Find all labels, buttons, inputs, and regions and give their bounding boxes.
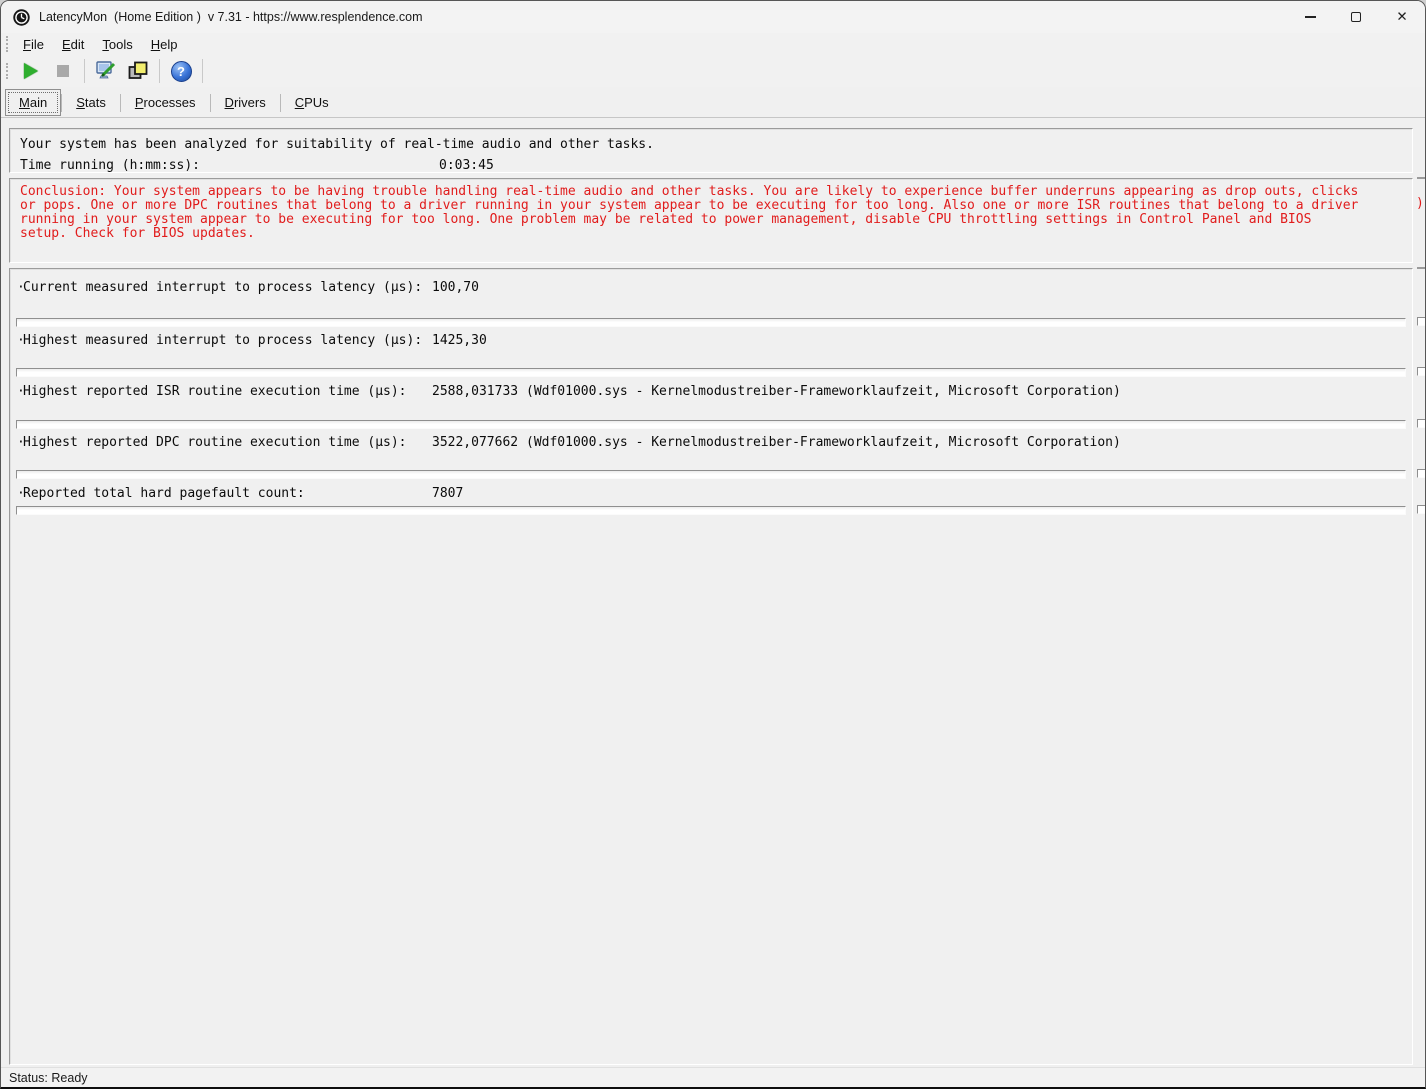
window-title: LatencyMon (Home Edition ) v 7.31 - http… <box>39 10 423 24</box>
time-running-label: Time running (h:mm:ss): <box>20 155 439 176</box>
summary-line: Your system has been analyzed for suitab… <box>20 134 1412 155</box>
clipped-edge-fragments: ) <box>1416 1 1425 1089</box>
tab-cpus[interactable]: CPUs <box>281 89 343 116</box>
metrics-panel: ·Current measured interrupt to process l… <box>9 268 1413 1065</box>
stop-icon <box>57 65 69 77</box>
toolbar-separator <box>84 59 85 83</box>
toolbar-gripper-icon <box>6 63 9 79</box>
title-bar: LatencyMon (Home Edition ) v 7.31 - http… <box>1 1 1425 33</box>
menubar-gripper-icon <box>6 36 9 52</box>
maximize-button[interactable] <box>1333 1 1379 33</box>
metric-value: 7807 <box>432 486 526 501</box>
help-icon: ? <box>171 61 192 82</box>
metric-label: Highest reported DPC routine execution t… <box>23 435 432 450</box>
options-button[interactable] <box>93 58 119 84</box>
metric-value: 1425,30 <box>432 333 526 348</box>
metric-progress-bar <box>16 368 1406 377</box>
metric-value: 100,70 <box>432 280 526 295</box>
metric-row: ·Current measured interrupt to process l… <box>17 280 526 295</box>
close-icon: ✕ <box>1396 10 1407 24</box>
metric-label: Highest measured interrupt to process la… <box>23 333 432 348</box>
menu-bar: FileEditToolsHelp <box>1 33 1425 55</box>
tab-main[interactable]: Main <box>5 89 61 116</box>
menu-item-edit[interactable]: Edit <box>54 35 92 54</box>
clipped-progress-bar-fragment <box>1417 367 1425 376</box>
start-monitor-button[interactable] <box>18 58 44 84</box>
maximize-icon <box>1351 12 1361 22</box>
window-controls: ✕ <box>1287 1 1425 33</box>
tab-drivers[interactable]: Drivers <box>211 89 280 116</box>
metric-label: Current measured interrupt to process la… <box>23 280 432 295</box>
clipped-text-fragment: ) <box>1416 196 1424 211</box>
report-button[interactable] <box>125 58 151 84</box>
stop-monitor-button[interactable] <box>50 58 76 84</box>
minimize-button[interactable] <box>1287 1 1333 33</box>
clipped-progress-bar-fragment <box>1417 505 1425 514</box>
metric-progress-bar <box>16 318 1406 327</box>
status-bar: Status: Ready <box>1 1067 1425 1088</box>
metric-row: ·Reported total hard pagefault count:780… <box>17 486 526 501</box>
metric-label: Highest reported ISR routine execution t… <box>23 384 432 399</box>
menu-item-file[interactable]: File <box>15 35 52 54</box>
toolbar: ? <box>1 55 1425 87</box>
clipped-panel-border-fragment <box>1417 177 1425 179</box>
copy-pages-icon <box>127 60 149 82</box>
time-running-value: 0:03:45 <box>439 158 494 173</box>
metric-value: 3522,077662 <box>432 435 526 450</box>
tab-stats[interactable]: Stats <box>62 89 120 116</box>
time-running-row: Time running (h:mm:ss):0:03:45 <box>20 155 1412 176</box>
metric-label: Reported total hard pagefault count: <box>23 486 432 501</box>
metric-progress-bar <box>16 506 1406 515</box>
conclusion-text: Conclusion: Your system appears to be ha… <box>20 185 1360 241</box>
conclusion-panel: Conclusion: Your system appears to be ha… <box>9 178 1413 263</box>
tab-processes[interactable]: Processes <box>121 89 210 116</box>
latencymon-window: LatencyMon (Home Edition ) v 7.31 - http… <box>0 0 1426 1089</box>
minimize-icon <box>1305 16 1316 17</box>
tab-strip: MainStatsProcessesDriversCPUs <box>1 87 1425 118</box>
toolbar-separator <box>159 59 160 83</box>
clipped-progress-bar-fragment <box>1417 317 1425 326</box>
metric-row: ·Highest reported ISR routine execution … <box>17 384 1121 399</box>
status-text: Status: Ready <box>9 1071 88 1085</box>
clipped-progress-bar-fragment <box>1417 419 1425 428</box>
metric-driver-info: (Wdf01000.sys - Kernelmodustreiber-Frame… <box>526 384 1121 399</box>
menu-bar-items: FileEditToolsHelp <box>15 35 187 54</box>
clipped-progress-bar-fragment <box>1417 469 1425 478</box>
toolbar-separator <box>202 59 203 83</box>
metric-value: 2588,031733 <box>432 384 526 399</box>
metric-progress-bar <box>16 420 1406 429</box>
clipped-panel-border-fragment <box>1417 267 1425 269</box>
monitor-tools-icon <box>95 60 117 82</box>
menu-item-tools[interactable]: Tools <box>94 35 140 54</box>
metric-progress-bar <box>16 470 1406 479</box>
play-icon <box>24 63 38 79</box>
latencymon-logo-icon <box>13 9 30 26</box>
metric-row: ·Highest measured interrupt to process l… <box>17 333 526 348</box>
help-button[interactable]: ? <box>168 58 194 84</box>
metric-row: ·Highest reported DPC routine execution … <box>17 435 1121 450</box>
summary-panel: Your system has been analyzed for suitab… <box>9 128 1413 173</box>
metric-driver-info: (Wdf01000.sys - Kernelmodustreiber-Frame… <box>526 435 1121 450</box>
menu-item-help[interactable]: Help <box>143 35 186 54</box>
